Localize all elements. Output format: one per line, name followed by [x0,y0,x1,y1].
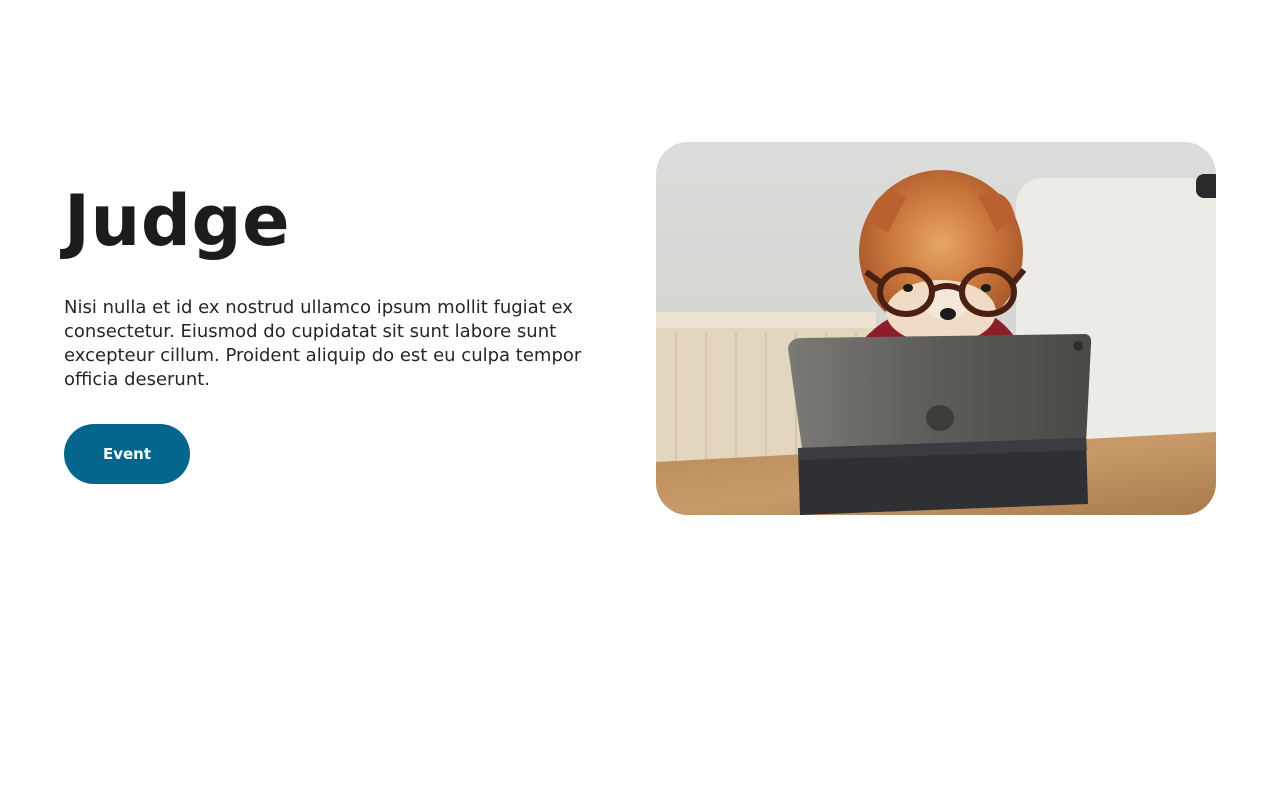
event-button[interactable]: Event [64,424,190,484]
dog-with-tablet-illustration [656,142,1216,515]
hero-image [656,142,1216,515]
hero-title: Judge [64,180,291,262]
hero-section: Judge Nisi nulla et id ex nostrud ullamc… [0,0,1280,800]
hero-description: Nisi nulla et id ex nostrud ullamco ipsu… [64,297,582,390]
hero-text-column: Judge Nisi nulla et id ex nostrud ullamc… [64,178,624,484]
